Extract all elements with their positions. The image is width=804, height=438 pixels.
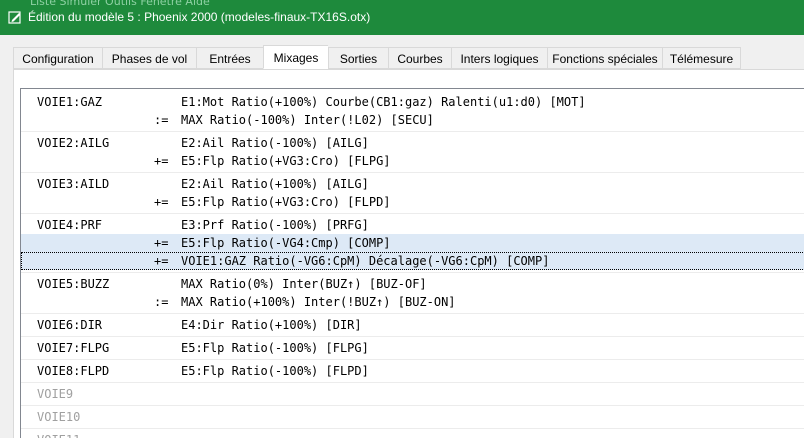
mix-operator: += (154, 254, 169, 268)
tab-fonctions-spéciales[interactable]: Fonctions spéciales (547, 47, 662, 69)
channel-name: VOIE8:FLPD (37, 364, 110, 378)
mix-definition: E5:Flp Ratio(-VG4:Cmp) [COMP] (181, 236, 391, 250)
channel-name: VOIE2:AILG (37, 136, 110, 150)
background-menu-text: Liste Simuler Outils Fenêtre Aide (30, 0, 210, 8)
channel-separator (21, 336, 804, 337)
mix-operator: += (154, 195, 169, 209)
edit-model-icon (8, 11, 21, 24)
mix-definition: E1:Mot Ratio(+100%) Courbe(CB1:gaz) Rale… (181, 95, 586, 109)
channel-name: VOIE11 (37, 431, 80, 438)
empty-channel-row[interactable]: VOIE10 (21, 408, 804, 426)
window-title: Édition du modèle 5 : Phoenix 2000 (mode… (28, 10, 371, 24)
mix-definition: E2:Ail Ratio(-100%) [AILG] (181, 136, 369, 150)
tab-bar: Configuration Phases de vol Entrées Mixages… (0, 35, 804, 69)
channel-separator (21, 428, 804, 429)
mix-definition: VOIE1:GAZ Ratio(-VG6:CpM) Décalage(-VG6:… (181, 254, 550, 268)
mix-line-row[interactable]: VOIE5:BUZZ MAX Ratio(0%) Inter(BUZ↑) [BUZ… (21, 275, 804, 293)
mix-definition: E5:Flp Ratio(-100%) [FLPD] (181, 364, 369, 378)
mixes-list[interactable]: VOIE1:GAZ E1:Mot Ratio(+100%) Courbe(CB1:… (20, 88, 804, 438)
mix-definition: E3:Prf Ratio(-100%) [PRFG] (181, 218, 369, 232)
channel-separator (21, 172, 804, 173)
tab-courbes[interactable]: Courbes (388, 47, 451, 69)
mix-line-row[interactable]: += E5:Flp Ratio(-VG4:Cmp) [COMP] (21, 234, 804, 252)
empty-channel-row[interactable]: VOIE11 (21, 431, 804, 438)
channel-name: VOIE9 (37, 387, 74, 401)
channel-separator (21, 213, 804, 214)
mix-definition: MAX Ratio(0%) Inter(BUZ↑) [BUZ-OF] (181, 277, 427, 291)
tab-sorties[interactable]: Sorties (328, 47, 388, 69)
channel-separator (21, 272, 804, 273)
channel-separator (21, 313, 804, 314)
channel-name: VOIE6:DIR (37, 318, 103, 332)
mix-line-row[interactable]: += E5:Flp Ratio(+VG3:Cro) [FLPD] (21, 193, 804, 211)
mix-line-row[interactable]: := MAX Ratio(-100%) Inter(!L02) [SECU] (21, 111, 804, 129)
mix-definition: E5:Flp Ratio(+VG3:Cro) [FLPD] (181, 195, 391, 209)
mix-definition: E4:Dir Ratio(+100%) [DIR] (181, 318, 362, 332)
mix-definition: MAX Ratio(+100%) Inter(!BUZ↑) [BUZ-ON] (181, 295, 456, 309)
tab-télémesure[interactable]: Télémesure (662, 47, 741, 69)
tab-inters-logiques[interactable]: Inters logiques (451, 47, 547, 69)
tab-entrées[interactable]: Entrées (196, 47, 263, 69)
mix-operator: += (154, 236, 169, 250)
title-bar[interactable]: Liste Simuler Outils Fenêtre Aide Éditio… (0, 0, 804, 35)
channel-name: VOIE1:GAZ (37, 95, 103, 109)
mix-line-row[interactable]: += VOIE1:GAZ Ratio(-VG6:CpM) Décalage(-VG… (21, 252, 804, 270)
channel-name: VOIE7:FLPG (37, 341, 110, 355)
channel-name: VOIE3:AILD (37, 177, 110, 191)
tab-configuration[interactable]: Configuration (13, 47, 102, 69)
mix-line-row[interactable]: VOIE6:DIR E4:Dir Ratio(+100%) [DIR] (21, 316, 804, 334)
channel-separator (21, 405, 804, 406)
mix-line-row[interactable]: := MAX Ratio(+100%) Inter(!BUZ↑) [BUZ-ON] (21, 293, 804, 311)
mix-definition: E2:Ail Ratio(+100%) [AILG] (181, 177, 369, 191)
mix-operator: := (154, 113, 169, 127)
channel-name: VOIE4:PRF (37, 218, 103, 232)
mix-line-row[interactable]: += E5:Flp Ratio(+VG3:Cro) [FLPG] (21, 152, 804, 170)
mix-line-row[interactable]: VOIE3:AILD E2:Ail Ratio(+100%) [AILG] (21, 175, 804, 193)
mix-line-row[interactable]: VOIE8:FLPD E5:Flp Ratio(-100%) [FLPD] (21, 362, 804, 380)
channel-name: VOIE5:BUZZ (37, 277, 110, 291)
mix-line-row[interactable]: VOIE7:FLPG E5:Flp Ratio(-100%) [FLPG] (21, 339, 804, 357)
tab-mixages[interactable]: Mixages (263, 45, 328, 69)
channel-separator (21, 131, 804, 132)
mix-line-row[interactable]: VOIE2:AILG E2:Ail Ratio(-100%) [AILG] (21, 134, 804, 152)
mix-line-row[interactable]: VOIE4:PRF E3:Prf Ratio(-100%) [PRFG] (21, 216, 804, 234)
channel-separator (21, 382, 804, 383)
tab-list: Configuration Phases de vol Entrées Mixages… (13, 45, 741, 69)
mix-definition: E5:Flp Ratio(+VG3:Cro) [FLPG] (181, 154, 391, 168)
mix-definition: E5:Flp Ratio(-100%) [FLPG] (181, 341, 369, 355)
mix-line-row[interactable]: VOIE1:GAZ E1:Mot Ratio(+100%) Courbe(CB1:… (21, 93, 804, 111)
mix-definition: MAX Ratio(-100%) Inter(!L02) [SECU] (181, 113, 434, 127)
empty-channel-row[interactable]: VOIE9 (21, 385, 804, 403)
mix-operator: += (154, 154, 169, 168)
channel-separator (21, 359, 804, 360)
tab-phases-de-vol[interactable]: Phases de vol (102, 47, 196, 69)
mix-operator: := (154, 295, 169, 309)
channel-name: VOIE10 (37, 410, 81, 424)
